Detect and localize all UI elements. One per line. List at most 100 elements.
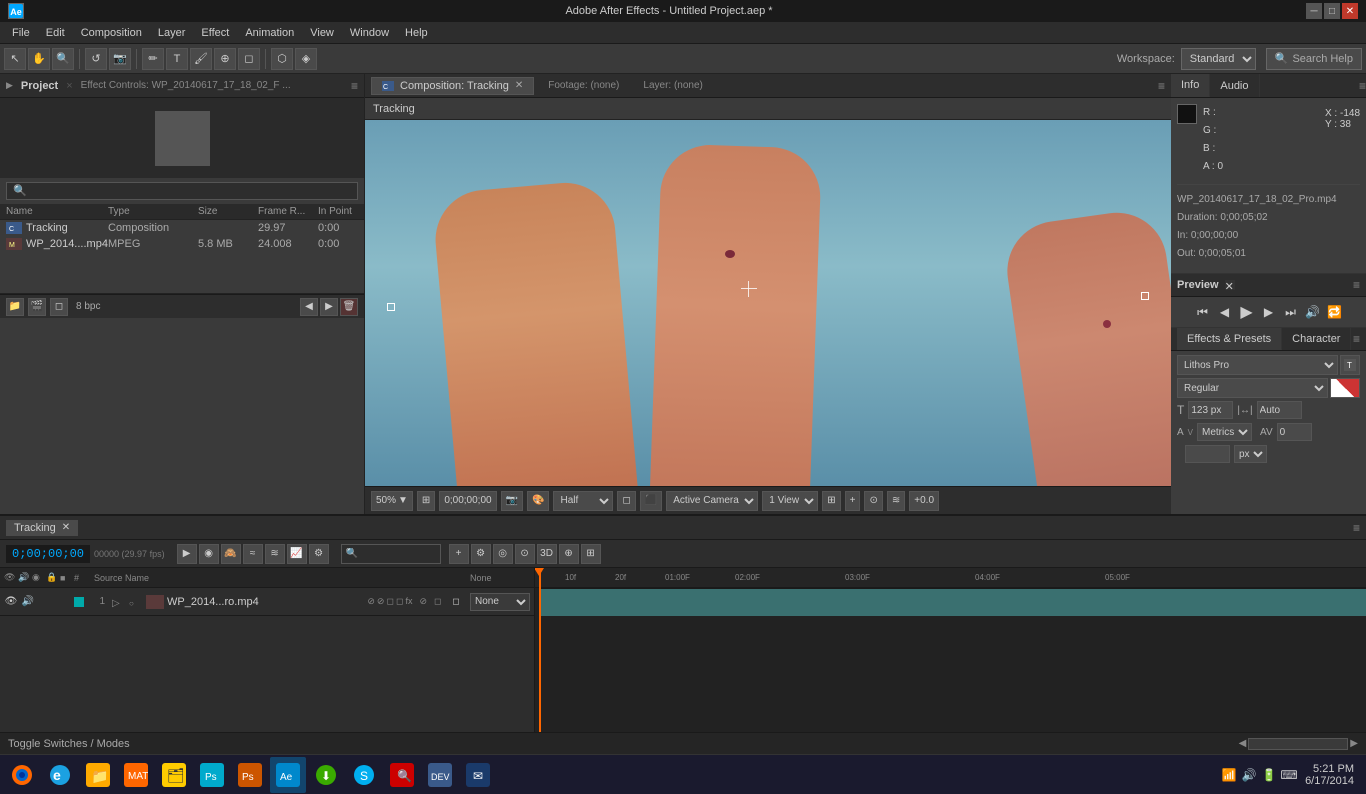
tool-select[interactable]: ↖ xyxy=(4,48,26,70)
play-btn[interactable]: ▶ xyxy=(1238,303,1256,321)
guides-btn[interactable]: + xyxy=(845,491,861,511)
effects-panel-menu[interactable]: ≡ xyxy=(1353,332,1360,346)
info-tab[interactable]: Info xyxy=(1171,74,1210,97)
font-style-select[interactable]: Regular xyxy=(1177,378,1328,398)
layer-visibility-toggle[interactable]: 👁 xyxy=(4,595,18,609)
baseline-input[interactable] xyxy=(1185,445,1230,463)
character-tab[interactable]: Character xyxy=(1282,328,1351,350)
tool-camera[interactable]: 📷 xyxy=(109,48,131,70)
grid-btn[interactable]: ⊞ xyxy=(822,491,840,511)
skip-start-btn[interactable]: ⏮ xyxy=(1194,303,1212,321)
toggle-switches-label[interactable]: Toggle Switches / Modes xyxy=(8,738,130,750)
new-folder-btn[interactable]: 📁 xyxy=(6,298,24,316)
menu-file[interactable]: File xyxy=(4,25,38,41)
project-search-input[interactable] xyxy=(6,182,358,200)
menu-window[interactable]: Window xyxy=(342,25,397,41)
info-panel-menu[interactable]: ≡ xyxy=(1359,79,1366,93)
units-select[interactable]: px xyxy=(1234,445,1267,463)
layer-controls-btn[interactable]: ⊙ xyxy=(864,491,882,511)
3d-btn[interactable]: 3D xyxy=(537,544,557,564)
auto-kerning-input[interactable] xyxy=(1257,401,1302,419)
resolution-select[interactable]: Half Full Quarter xyxy=(553,491,613,511)
taskbar-matlab[interactable]: MAT xyxy=(118,757,154,793)
taskbar-skype[interactable]: S xyxy=(346,757,382,793)
layer-3d[interactable]: ◻ xyxy=(434,596,442,607)
menu-edit[interactable]: Edit xyxy=(38,25,73,41)
tool-hand[interactable]: ✋ xyxy=(28,48,50,70)
adjust-btn[interactable]: ⚙ xyxy=(309,544,329,564)
menu-help[interactable]: Help xyxy=(397,25,436,41)
menu-composition[interactable]: Composition xyxy=(73,25,150,41)
stencil-btn[interactable]: ⊙ xyxy=(515,544,535,564)
tool-clone[interactable]: ⊕ xyxy=(214,48,236,70)
effect-indicator[interactable]: fx xyxy=(405,596,412,607)
fit-btn[interactable]: ⊞ xyxy=(417,491,435,511)
timeline-tab-close[interactable]: ✕ xyxy=(62,522,70,533)
timeline-search-input[interactable] xyxy=(341,544,441,564)
taskbar-firefox[interactable] xyxy=(4,757,40,793)
view-select[interactable]: 1 View xyxy=(762,491,818,511)
collapse-btn[interactable]: ⊞ xyxy=(581,544,601,564)
motion-blur-tl-btn[interactable]: ≋ xyxy=(265,544,285,564)
timeline-tab[interactable]: Tracking ✕ xyxy=(6,520,78,536)
delete-item-btn[interactable]: 🗑 xyxy=(340,298,358,316)
project-item-video[interactable]: M WP_2014....mp4 MPEG 5.8 MB 24.008 0:00 xyxy=(0,236,364,252)
timeline-timecode[interactable]: 0;00;00;00 xyxy=(6,545,90,563)
taskbar-aftereffects[interactable]: Ae xyxy=(270,757,306,793)
switch-4[interactable]: ◻ xyxy=(396,596,403,607)
layer-aa[interactable]: ◻ xyxy=(449,595,463,609)
workspace-select[interactable]: Standard xyxy=(1181,48,1256,70)
preview-close[interactable]: ✕ xyxy=(1225,280,1235,290)
switch-2[interactable]: ⊘ xyxy=(377,596,385,607)
tool-brush[interactable]: 🖌 xyxy=(190,48,212,70)
tool-text[interactable]: T xyxy=(166,48,188,70)
layer-audio-toggle[interactable]: 🔊 xyxy=(21,595,35,609)
taskbar-dev[interactable]: DEV xyxy=(422,757,458,793)
comp-panel-menu[interactable]: ≡ xyxy=(1158,79,1165,93)
close-button[interactable]: ✕ xyxy=(1342,3,1358,19)
timeline-panel-menu[interactable]: ≡ xyxy=(1353,521,1360,535)
layer-row-1[interactable]: 👁 🔊 1 ▷ ○ WP_2014...ro.mp4 ⊘ ⊘ ◻ ◻ fx xyxy=(0,588,534,616)
menu-layer[interactable]: Layer xyxy=(150,25,194,41)
reset-view-btn[interactable]: +0.0 xyxy=(909,491,939,511)
scroll-left-btn[interactable]: ◀ xyxy=(1239,738,1247,750)
skip-end-btn[interactable]: ⏭ xyxy=(1282,303,1300,321)
font-size-input[interactable] xyxy=(1188,401,1233,419)
tool-roto[interactable]: ⬡ xyxy=(271,48,293,70)
tool-rotate[interactable]: ↺ xyxy=(85,48,107,70)
snapshot-btn[interactable]: 📷 xyxy=(501,491,523,511)
tool-pen[interactable]: ✏ xyxy=(142,48,164,70)
character-color-swatch[interactable] xyxy=(1330,378,1360,398)
next-frame-btn[interactable]: ▶ xyxy=(1260,303,1278,321)
parent-select[interactable]: None xyxy=(470,593,530,611)
comp-tab[interactable]: C Composition: Tracking ✕ xyxy=(371,77,534,95)
effects-presets-tab[interactable]: Effects & Presets xyxy=(1177,328,1282,350)
zoom-display[interactable]: 50% ▼ xyxy=(371,491,413,511)
switch-1[interactable]: ⊘ xyxy=(367,596,375,607)
layer-solo-toggle[interactable] xyxy=(38,595,52,609)
taskbar-files[interactable]: 🗂 xyxy=(156,757,192,793)
layer-lock-toggle[interactable] xyxy=(55,595,69,609)
transparency-btn[interactable]: ⬛ xyxy=(640,491,662,511)
time-code-display[interactable]: 0;00;00;00 xyxy=(439,491,496,511)
taskbar-mail[interactable]: ✉ xyxy=(460,757,496,793)
tool-eraser[interactable]: ◻ xyxy=(238,48,260,70)
taskbar-photoshop2[interactable]: Ps xyxy=(232,757,268,793)
nav-right-btn[interactable]: ▶ xyxy=(320,298,338,316)
timeline-scrollbar[interactable] xyxy=(1248,738,1348,750)
loop-btn[interactable]: 🔁 xyxy=(1326,303,1344,321)
scroll-right-btn[interactable]: ▶ xyxy=(1350,738,1358,750)
motion-blur-btn[interactable]: ≋ xyxy=(887,491,905,511)
blend-mode[interactable]: ⊘ xyxy=(419,596,427,607)
taskbar-photoshop1[interactable]: Ps xyxy=(194,757,230,793)
new-solid-btn[interactable]: ◻ xyxy=(50,298,68,316)
menu-effect[interactable]: Effect xyxy=(193,25,237,41)
comp-preview-btn[interactable]: ▶ xyxy=(177,544,197,564)
maximize-button[interactable]: □ xyxy=(1324,3,1340,19)
new-layer-btn[interactable]: + xyxy=(449,544,469,564)
solo-btn[interactable]: ◉ xyxy=(199,544,219,564)
tool-puppet[interactable]: ◈ xyxy=(295,48,317,70)
frame-blend-btn[interactable]: ≈ xyxy=(243,544,263,564)
search-help-box[interactable]: 🔍 Search Help xyxy=(1266,48,1362,70)
audio-tab[interactable]: Audio xyxy=(1210,74,1259,97)
